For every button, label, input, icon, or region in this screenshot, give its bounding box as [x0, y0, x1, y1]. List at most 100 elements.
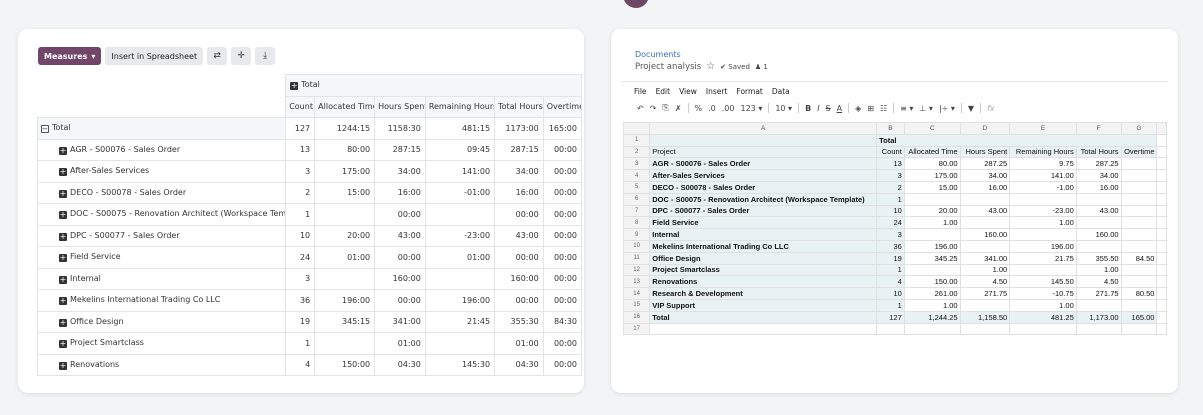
sheet-cell[interactable]: 145.50 — [1009, 275, 1077, 289]
row-number[interactable]: 6 — [623, 192, 651, 206]
sheet-cell[interactable]: Overtime — [1120, 145, 1158, 159]
row-number[interactable]: 10 — [623, 239, 651, 253]
row-number[interactable]: 2 — [623, 145, 651, 159]
sheet-cell[interactable]: 43.00 — [959, 204, 1011, 218]
sheet-cell[interactable]: 1.00 — [1009, 216, 1077, 230]
sheet-cell[interactable]: 84.50 — [1120, 251, 1158, 265]
menu-edit[interactable]: Edit — [656, 87, 671, 96]
sheet-cell[interactable] — [903, 228, 961, 241]
sheet-cell[interactable] — [1075, 322, 1122, 336]
sheet-cell[interactable]: AGR - S00076 - Sales Order — [649, 157, 878, 171]
star-icon[interactable]: ☆ — [706, 61, 715, 72]
row-number[interactable]: 5 — [623, 180, 651, 194]
sheet-cell[interactable]: Mekelins International Trading Co LLC — [649, 239, 878, 253]
pivot-cell[interactable]: 00:00 — [542, 289, 583, 312]
pivot-cell[interactable]: 345:15 — [314, 310, 376, 333]
row-number[interactable]: 14 — [623, 287, 651, 300]
pivot-cell[interactable]: 145:30 — [424, 353, 496, 376]
pivot-row-header[interactable]: + AGR - S00076 - Sales Order — [36, 138, 287, 161]
column-header[interactable]: B — [876, 122, 905, 135]
sheet-cell[interactable] — [959, 192, 1011, 206]
sheet-cell[interactable]: 16.00 — [1075, 180, 1122, 194]
user-count[interactable]: ♟ 1 — [755, 63, 768, 71]
menu-view[interactable]: View — [679, 87, 697, 96]
pivot-cell[interactable]: 00:00 — [374, 203, 426, 226]
row-number[interactable]: 4 — [623, 169, 651, 182]
sheet-cell[interactable]: Total — [649, 310, 878, 324]
sheet-cell[interactable]: 80.50 — [1120, 287, 1158, 300]
pivot-cell[interactable]: 43:00 — [374, 224, 426, 247]
sheet-cell[interactable]: 1,158.50 — [959, 310, 1011, 324]
sheet-cell[interactable]: 43.00 — [1075, 204, 1122, 218]
pivot-cell[interactable]: 287:15 — [494, 138, 544, 161]
sheet-cell[interactable] — [1120, 204, 1158, 218]
sheet-cell[interactable]: 150.00 — [903, 275, 961, 289]
pivot-cell[interactable]: 141:00 — [424, 160, 496, 183]
sheet-cell[interactable] — [1009, 192, 1077, 206]
sheet-cell[interactable]: DOC - S00075 - Renovation Architect (Wor… — [649, 192, 878, 206]
sheet-cell[interactable]: DECO - S00078 - Sales Order — [649, 180, 878, 194]
pivot-cell[interactable]: 00:00 — [542, 353, 583, 376]
sheet-cell[interactable] — [1120, 157, 1158, 171]
pivot-measure-hours-spent[interactable]: Hours Spent — [374, 95, 426, 118]
pivot-cell[interactable]: 00:00 — [542, 224, 583, 247]
sheet-cell[interactable] — [1120, 169, 1158, 182]
row-number[interactable]: 3 — [623, 157, 651, 171]
pivot-cell[interactable]: 43:00 — [494, 224, 544, 247]
pivot-cell[interactable]: 00:00 — [542, 203, 583, 226]
pivot-cell[interactable]: 20:00 — [314, 224, 376, 247]
sheet-cell[interactable]: 1,244.25 — [903, 310, 961, 324]
pivot-cell[interactable]: -01:00 — [424, 181, 496, 204]
sheet-cell[interactable]: Total Hours — [1075, 145, 1122, 159]
row-number[interactable]: 15 — [623, 298, 651, 312]
sheet-cell[interactable]: Remaining Hours — [1009, 145, 1077, 159]
spreadsheet-grid[interactable]: A B C D E F G 1 Total 2 Project Count Allocated Time… — [623, 122, 1167, 380]
sheet-cell[interactable]: Internal — [649, 228, 878, 241]
sheet-cell[interactable]: 196.00 — [1009, 239, 1077, 253]
pivot-cell[interactable]: 01:00 — [494, 332, 544, 355]
sheet-cell[interactable]: 160.00 — [959, 228, 1011, 241]
row-number[interactable]: 1 — [623, 133, 651, 147]
column-header[interactable]: A — [649, 122, 878, 135]
pivot-measure-count[interactable]: Count — [285, 95, 316, 118]
sheet-cell[interactable]: Project Smartclass — [649, 263, 878, 277]
sheet-cell[interactable] — [649, 133, 878, 147]
percent-format-button[interactable]: % — [695, 104, 703, 113]
pivot-cell[interactable]: 355:30 — [494, 310, 544, 333]
sheet-cell[interactable]: 15.00 — [903, 180, 961, 194]
sheet-cell[interactable]: 20.00 — [903, 204, 961, 218]
sheet-cell[interactable]: -23.00 — [1009, 204, 1077, 218]
pivot-row-header[interactable]: + Project Smartclass — [36, 332, 287, 355]
sheet-cell[interactable]: 1.00 — [1009, 298, 1077, 312]
pivot-cell[interactable]: 01:00 — [314, 246, 376, 269]
pivot-cell[interactable]: 1 — [285, 203, 316, 226]
sheet-cell[interactable] — [1156, 204, 1167, 218]
sheet-cell[interactable] — [1156, 322, 1167, 336]
font-size-dropdown[interactable]: 10 ▾ — [775, 104, 792, 113]
sheet-cell[interactable]: -1.00 — [1009, 180, 1077, 194]
menu-insert[interactable]: Insert — [706, 87, 728, 96]
sheet-cell[interactable]: 271.75 — [1075, 287, 1122, 300]
sheet-cell[interactable] — [1156, 192, 1167, 206]
sheet-cell[interactable]: 165.00 — [1120, 310, 1158, 324]
filter-icon[interactable]: ▼ — [968, 104, 974, 113]
pivot-cell[interactable]: 3 — [285, 160, 316, 183]
download-icon[interactable]: ⤓ — [255, 47, 276, 65]
expand-all-icon[interactable]: ✛ — [231, 47, 252, 65]
sheet-cell[interactable]: 80.00 — [903, 157, 961, 171]
breadcrumb-documents[interactable]: Documents — [635, 50, 681, 59]
sheet-cell[interactable] — [1120, 298, 1158, 312]
pivot-cell[interactable]: 1158:30 — [374, 117, 426, 140]
sheet-cell[interactable] — [876, 322, 905, 336]
sheet-cell[interactable] — [1075, 239, 1122, 253]
sheet-cell[interactable]: 2 — [876, 180, 905, 194]
pivot-cell[interactable]: 341:00 — [374, 310, 426, 333]
number-format-dropdown[interactable]: 123 ▾ — [741, 104, 763, 113]
pivot-row-header[interactable]: + Renovations — [36, 353, 287, 376]
sheet-cell[interactable]: 261.00 — [903, 287, 961, 300]
sheet-cell[interactable]: -10.75 — [1009, 287, 1077, 300]
pivot-row-header[interactable]: + DPC - S00077 - Sales Order — [36, 224, 287, 247]
pivot-cell[interactable] — [314, 332, 376, 355]
row-number[interactable]: 7 — [623, 204, 651, 218]
document-title[interactable]: Project analysis — [635, 62, 701, 72]
